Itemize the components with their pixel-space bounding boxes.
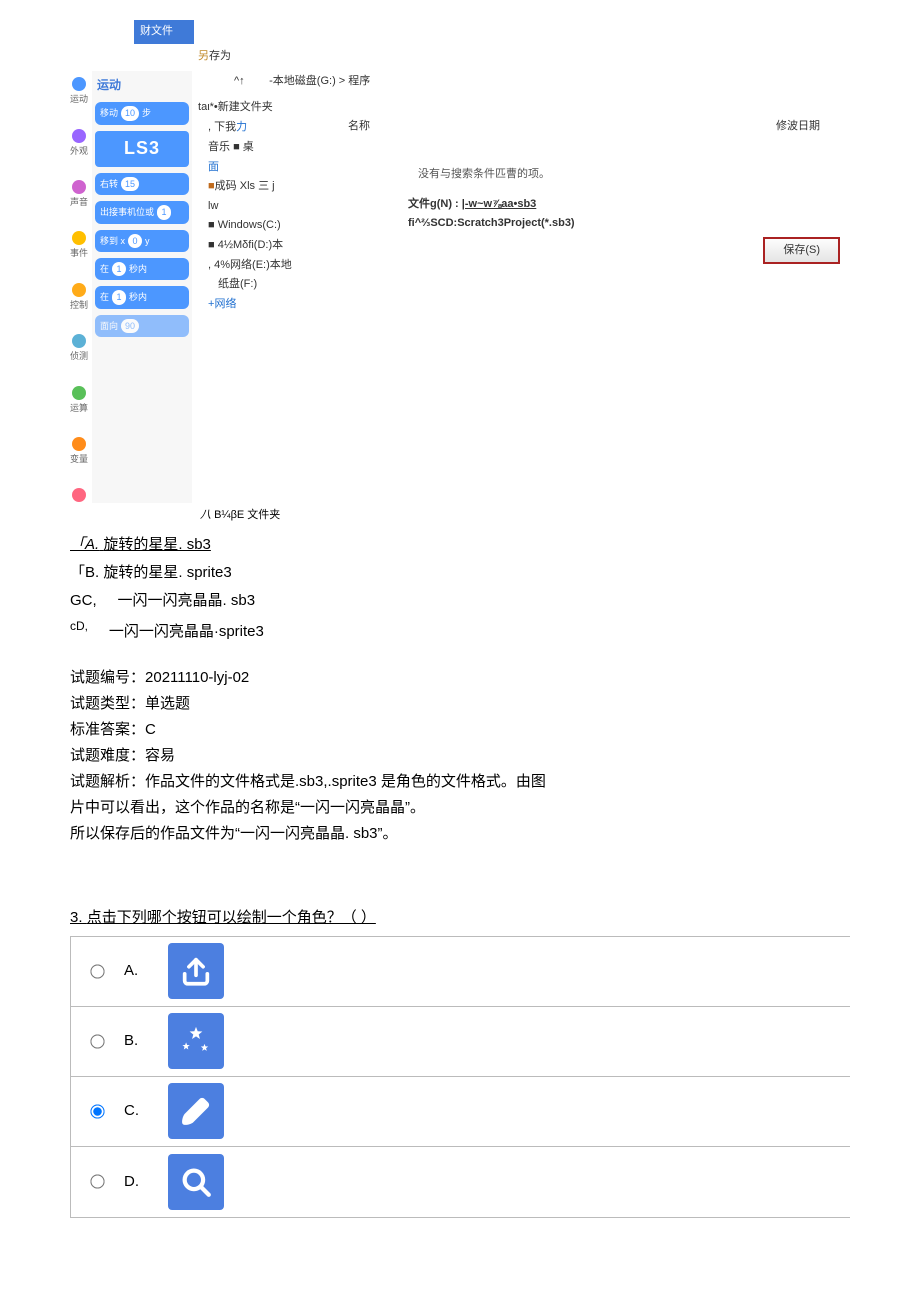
dialog-sidebar[interactable]: , 下我力 音乐 ■ 桌 面 ■成码 Xls 三 j lw ■ Windows(… [198,118,328,314]
goto-xy-block[interactable]: 移到 x0y [95,230,189,252]
label-d: D. [124,1170,148,1194]
turn-block[interactable]: 右转15 [95,173,189,195]
q3-option-d[interactable]: D. [71,1147,850,1217]
save-dialog: ^↑ -本地磁盘(G:) > 程序 taι*•新建文件夹 , 下我力 音乐 ■ … [198,71,850,503]
category-控制[interactable]: 控制 [70,283,88,312]
hide-folder-label: 八 B¼βE 文件夹 [70,507,850,525]
category-外观[interactable]: 外观 [70,129,88,158]
category-变量[interactable]: 变量 [70,437,88,466]
screenshot-composite: 运动外观声音事件控制侦测运算变量 运动 移动10步 LS3 右转15 出接事机位… [70,71,850,503]
answer-options-q2: 「A. 旋转的星星. sb3 「B. 旋转的星星. sprite3 GC, 一闪… [70,533,850,644]
question-meta: 试题编号：20211110-lyj-02 试题类型：单选题 标准答案：C 试题难… [70,666,850,846]
category-运动[interactable]: 运动 [70,77,88,106]
category-侦测[interactable]: 侦测 [70,334,88,363]
paint-icon [168,1083,224,1139]
radio-c[interactable] [90,1104,104,1118]
option-a: 「A. 旋转的星星. sb3 [70,533,850,557]
option-b: 「B. 旋转的星星. sprite3 [70,561,850,585]
radio-b[interactable] [90,1034,104,1048]
q3-option-c[interactable]: C. [71,1077,850,1147]
category-运算[interactable]: 运算 [70,386,88,415]
q3-option-a[interactable]: A. [71,937,850,1007]
save-as-label: 另存为 [198,48,850,66]
q3-option-b[interactable]: B. [71,1007,850,1077]
goto-block[interactable]: 出接事机位或1 [95,201,189,223]
filename-row[interactable]: 文件g(N) : |-w~w⅞aa•sb3 [348,194,850,214]
question-3-options: A. B. C. D. [70,936,850,1218]
option-d: cD, 一闪一闪亮晶晶·sprite3 [70,617,850,644]
point-block[interactable]: 面向90 [95,315,189,337]
save-button[interactable]: 保存(S) [763,237,840,265]
upload-icon [168,943,224,999]
category-事件[interactable]: 事件 [70,231,88,260]
label-b: B. [124,1029,148,1053]
option-c: GC, 一闪一闪亮晶晶. sb3 [70,589,850,613]
category-more[interactable] [72,488,86,503]
new-folder-button[interactable]: taι*•新建文件夹 [198,97,850,119]
file-menu-button[interactable]: 财文件 [134,20,194,44]
label-c: C. [124,1099,148,1123]
glide-block-1[interactable]: 在1秒内 [95,258,189,280]
category-column: 运动外观声音事件控制侦测运算变量 [70,71,88,503]
list-header: 名称 修波日期 [348,118,850,136]
glide-block-2[interactable]: 在1秒内 [95,286,189,308]
category-声音[interactable]: 声音 [70,180,88,209]
label-a: A. [124,959,148,983]
block-palette: 运动外观声音事件控制侦测运算变量 运动 移动10步 LS3 右转15 出接事机位… [70,71,192,503]
search-icon [168,1154,224,1210]
no-results-text: 没有与搜索条件匹曹的项。 [348,136,850,194]
radio-d[interactable] [90,1175,104,1189]
surprise-icon [168,1013,224,1069]
path-bar[interactable]: ^↑ -本地磁盘(G:) > 程序 [198,71,850,97]
blocks-column: 运动 移动10步 LS3 右转15 出接事机位或1 移到 x0y 在1秒内 在1… [92,71,192,503]
filetype-row[interactable]: fi^⅔SCD:Scratch3Project(*.sb3) [348,213,850,233]
question-3-title: 3. 点击下列哪个按钮可以绘制一个角色？（ ） [70,906,850,930]
move-block[interactable]: 移动10步 [95,102,189,124]
radio-a[interactable] [90,964,104,978]
category-header: 运动 [95,75,189,96]
ls3-overlay: LS3 [95,131,189,167]
